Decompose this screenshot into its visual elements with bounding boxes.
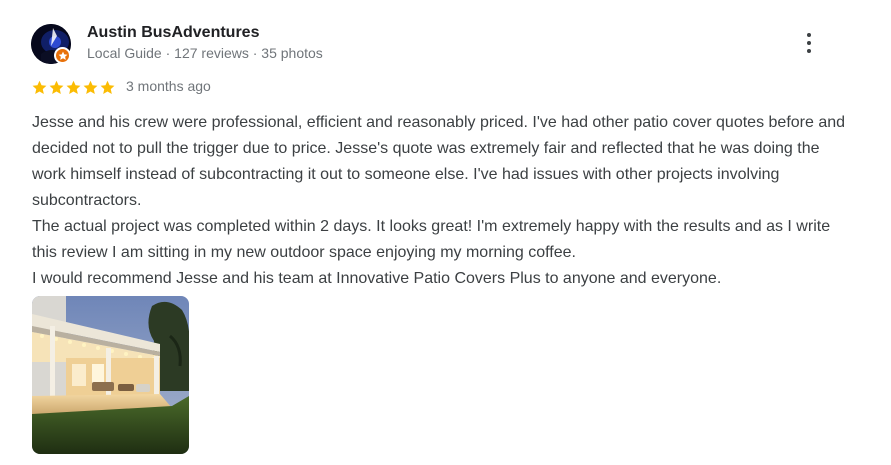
review-paragraph: I would recommend Jesse and his team at … [32, 270, 722, 287]
star-icon [83, 80, 98, 94]
review-paragraph: Jesse and his crew were professional, ef… [32, 114, 846, 209]
star-icon [32, 80, 47, 94]
reviewer-meta: Local Guide · 127 reviews · 35 photos [87, 45, 323, 61]
patio-photo-image [32, 296, 189, 454]
review-date: 3 months ago [126, 78, 211, 94]
review-paragraph: The actual project was completed within … [32, 218, 831, 261]
reviewer-name[interactable]: Austin BusAdventures [87, 24, 259, 42]
more-options-button[interactable] [796, 30, 822, 58]
local-guide-badge-icon [54, 47, 71, 64]
review-text: Jesse and his crew were professional, ef… [32, 110, 852, 292]
star-icon [100, 80, 115, 94]
star-rating [31, 77, 116, 97]
star-icon [66, 80, 81, 94]
more-vert-icon [807, 33, 811, 37]
review-card: Austin BusAdventures Local Guide · 127 r… [0, 0, 891, 465]
star-icon [49, 80, 64, 94]
review-photo[interactable] [32, 296, 189, 454]
